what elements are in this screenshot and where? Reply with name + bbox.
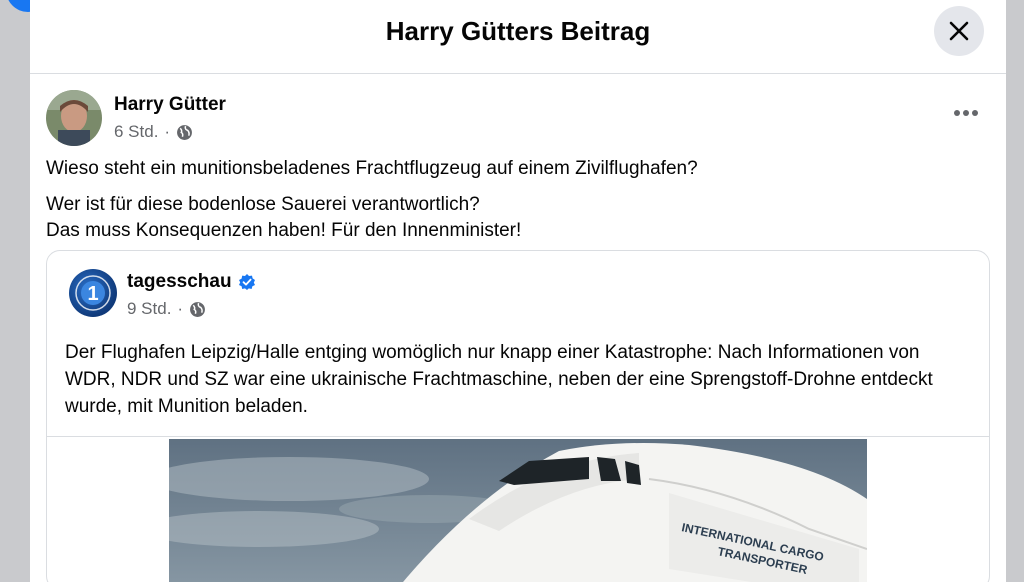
more-options-button[interactable] [954,110,978,116]
tagesschau-logo[interactable]: 1 [69,269,117,317]
post-paragraph: Das muss Konsequenzen haben! Für den Inn… [46,220,522,241]
close-icon [949,21,969,41]
shared-meta: tagesschau 9 Std. · [127,269,256,319]
post-header: Harry Gütter 6 Std. · [46,90,990,146]
shared-text: Der Flughafen Leipzig/Halle entging womö… [65,342,933,417]
post-timestamp[interactable]: 6 Std. [114,122,158,142]
author-name[interactable]: Harry Gütter [114,94,226,116]
modal-title: Harry Gütters Beitrag [385,16,651,46]
shared-image[interactable]: INTERNATIONAL CARGO TRANSPORTER [169,439,867,582]
divider [47,436,989,437]
post-text: Wieso steht ein munitionsbeladenes Frach… [46,156,990,244]
globe-icon [190,301,206,317]
separator: · [177,299,184,318]
post-time-row: 6 Std. · [114,122,226,142]
shared-name-row: tagesschau [127,271,256,293]
separator: · [164,122,171,141]
avatar[interactable] [46,90,102,146]
close-button[interactable] [934,6,984,56]
shared-timestamp[interactable]: 9 Std. [127,299,171,319]
shared-page-name[interactable]: tagesschau [127,271,232,293]
shared-post[interactable]: 1 tagesschau 9 Std. · Der Flughafen Leip… [46,250,990,582]
verified-badge-icon [238,274,255,290]
post-modal: Harry Gütters Beitrag Harry Gütter 6 Std… [30,0,1006,582]
post: Harry Gütter 6 Std. · Wieso steht ein mu… [30,74,1006,582]
more-options-icon [954,110,960,116]
shared-header: 1 tagesschau 9 Std. · [47,251,989,319]
modal-header: Harry Gütters Beitrag [30,0,1006,74]
globe-icon [177,124,193,140]
shared-time-row: 9 Std. · [127,299,256,319]
post-paragraph: Wieso steht ein munitionsbeladenes Frach… [46,158,698,179]
post-meta: Harry Gütter 6 Std. · [114,90,226,142]
svg-text:1: 1 [87,283,98,305]
post-paragraph: Wer ist für diese bodenlose Sauerei vera… [46,194,480,215]
